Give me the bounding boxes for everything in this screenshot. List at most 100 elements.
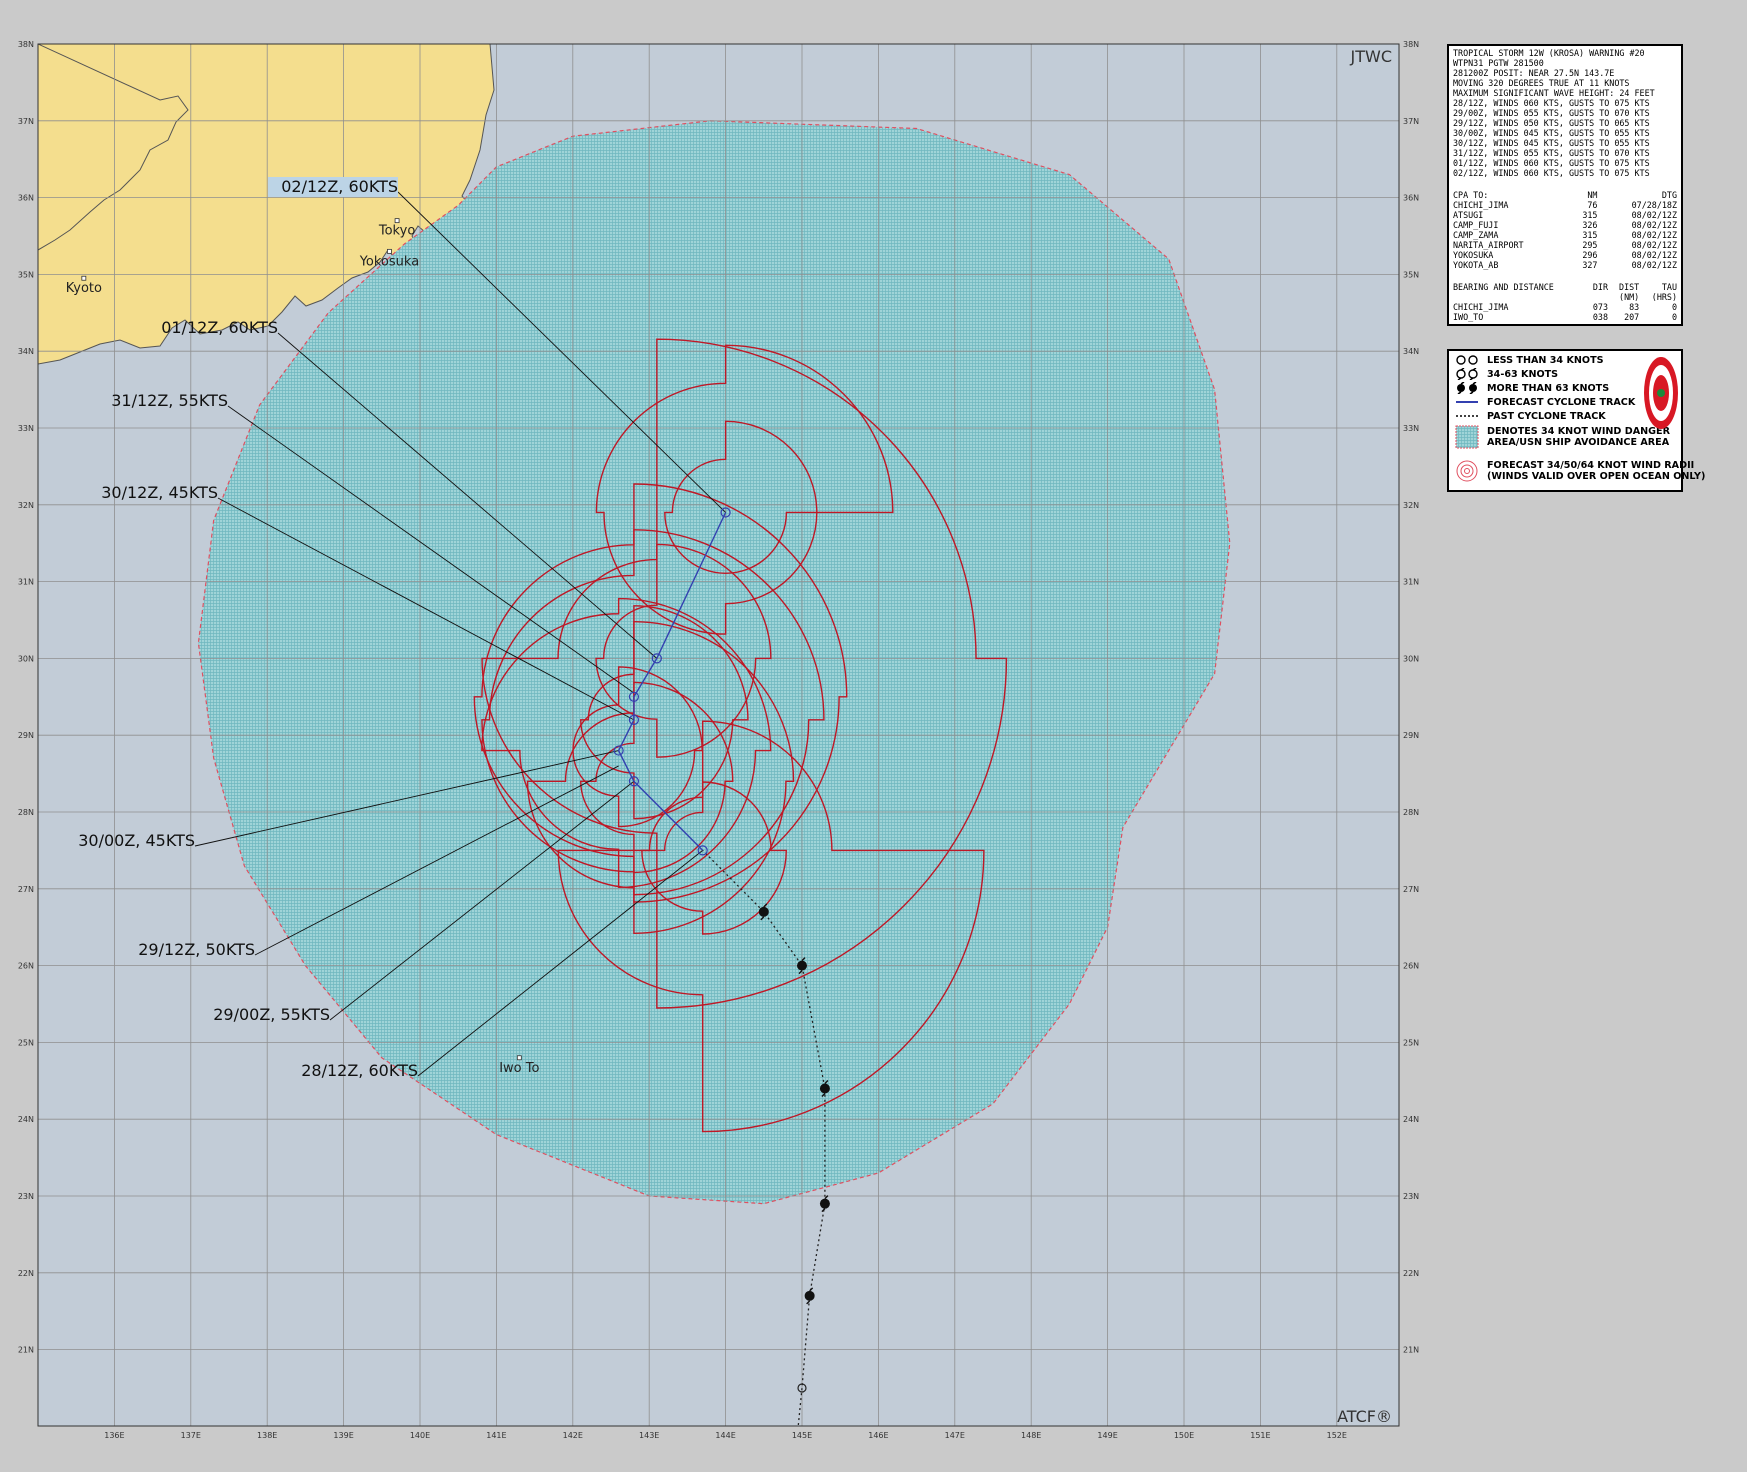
- cpa-row-cell: CHICHI_JIMA: [1453, 200, 1509, 210]
- warning-header: TROPICAL STORM 12W (KROSA) WARNING #20 WT…: [1453, 48, 1677, 178]
- warning-line: TROPICAL STORM 12W (KROSA) WARNING #20: [1453, 48, 1645, 58]
- lat-tick-label: 35N: [1403, 270, 1419, 279]
- past-fix-icon: [804, 1290, 815, 1301]
- lon-tick-label: 152E: [1327, 1431, 1347, 1440]
- legend-past-track-text: PAST CYCLONE TRACK: [1487, 410, 1606, 422]
- place-label: Iwo To: [499, 1061, 539, 1076]
- legend-past-track: PAST CYCLONE TRACK: [1453, 410, 1606, 422]
- lat-tick-label: 37N: [1403, 117, 1419, 126]
- warning-line: 29/00Z, WINDS 055 KTS, GUSTS TO 070 KTS: [1453, 108, 1650, 118]
- lat-tick-label: 38N: [1403, 40, 1419, 49]
- lat-tick-label: 25N: [18, 1038, 34, 1047]
- lat-tick-label: 35N: [18, 270, 34, 279]
- cpa-row-cell: CAMP_ZAMA: [1453, 230, 1499, 240]
- cpa-row: ATSUGI 315 08/02/12Z: [1453, 210, 1677, 220]
- forecast-time-label: 30/12Z, 45KTS: [101, 483, 218, 502]
- legend-danger: DENOTES 34 KNOT WIND DANGER AREA/USN SHIP…: [1453, 425, 1670, 449]
- bearing-row-cell: IWO_TO: [1453, 312, 1484, 322]
- forecast-time-label: 29/00Z, 55KTS: [213, 1005, 330, 1024]
- lon-tick-label: 136E: [104, 1431, 124, 1440]
- lat-tick-label: 22N: [1403, 1269, 1419, 1278]
- bearing-row-cell: 207: [1624, 312, 1640, 322]
- cpa-row-cell: ATSUGI: [1453, 210, 1484, 220]
- cpa-row-cell: 295: [1582, 240, 1598, 250]
- open-storm-icon: [1453, 354, 1481, 366]
- lat-tick-label: 29N: [18, 731, 34, 740]
- lat-tick-label: 28N: [1403, 808, 1419, 817]
- lat-tick-label: 21N: [18, 1346, 34, 1355]
- lat-tick-label: 37N: [18, 117, 34, 126]
- place-marker-icon: [387, 248, 392, 254]
- legend-34-63: 34-63 KNOTS: [1453, 368, 1558, 380]
- tropical-storm-icon: [1453, 368, 1481, 380]
- bearing-subheader-dir: [1583, 292, 1608, 302]
- cpa-row: YOKOSUKA 296 08/02/12Z: [1453, 250, 1677, 260]
- lon-tick-label: 142E: [563, 1431, 583, 1440]
- lon-tick-label: 146E: [868, 1431, 888, 1440]
- lon-tick-label: 143E: [639, 1431, 659, 1440]
- bearing-subheader-tau: (HRS): [1651, 292, 1677, 302]
- legend-less34-text: LESS THAN 34 KNOTS: [1487, 354, 1604, 366]
- lat-tick-label: 33N: [1403, 424, 1419, 433]
- place-label: Tokyo: [378, 224, 415, 239]
- warning-line: 31/12Z, WINDS 055 KTS, GUSTS TO 070 KTS: [1453, 148, 1650, 158]
- bearing-row-cell: 83: [1629, 302, 1640, 312]
- lat-tick-label: 34N: [18, 347, 34, 356]
- warning-line: 02/12Z, WINDS 060 KTS, GUSTS TO 075 KTS: [1453, 168, 1650, 178]
- cpa-row-cell: 08/02/12Z: [1631, 210, 1677, 220]
- past-fix-icon: [819, 1083, 830, 1094]
- cpa-row-cell: 315: [1582, 210, 1598, 220]
- lat-tick-label: 26N: [18, 962, 34, 971]
- bearing-row: CHICHI_JIMA 073 83 0: [1453, 302, 1677, 312]
- lat-tick-label: 38N: [18, 40, 34, 49]
- cpa-row-cell: 08/02/12Z: [1631, 230, 1677, 240]
- lat-tick-label: 33N: [18, 424, 34, 433]
- bearing-row-cell: CHICHI_JIMA: [1453, 302, 1509, 312]
- lat-tick-label: 28N: [18, 808, 34, 817]
- lat-tick-label: 32N: [18, 501, 34, 510]
- cpa-row-cell: 08/02/12Z: [1631, 220, 1677, 230]
- place-marker-icon: [516, 1055, 522, 1061]
- place-label: Kyoto: [66, 281, 102, 296]
- forecast-time-label: 28/12Z, 60KTS: [301, 1061, 418, 1080]
- lon-tick-label: 138E: [257, 1431, 277, 1440]
- legend-radii-line2: (WINDS VALID OVER OPEN OCEAN ONLY): [1487, 471, 1706, 482]
- cpa-row-cell: 315: [1582, 230, 1598, 240]
- cpa-row: CHICHI_JIMA 76 07/28/18Z: [1453, 200, 1677, 210]
- bearing-subheader-dist: (NM): [1619, 292, 1640, 302]
- lat-tick-label: 36N: [1403, 194, 1419, 203]
- cpa-row-cell: 08/02/12Z: [1631, 250, 1677, 260]
- warning-info-panel: TROPICAL STORM 12W (KROSA) WARNING #20 WT…: [1447, 44, 1683, 326]
- cpa-row-cell: YOKOSUKA: [1453, 250, 1494, 260]
- forecast-time-label: 01/12Z, 60KTS: [161, 318, 278, 337]
- warning-line: 281200Z POSIT: NEAR 27.5N 143.7E: [1453, 68, 1615, 78]
- cpa-row: CAMP_ZAMA 315 08/02/12Z: [1453, 230, 1677, 240]
- danger-area-icon: [1453, 425, 1481, 449]
- cpa-row-cell: 326: [1582, 220, 1598, 230]
- jtwc-seal-icon: [1644, 357, 1678, 429]
- past-track-icon: [1453, 410, 1481, 422]
- cpa-row: CAMP_FUJI 326 08/02/12Z: [1453, 220, 1677, 230]
- cpa-row-cell: NARITA_AIRPORT: [1453, 240, 1524, 250]
- bearing-header: BEARING AND DISTANCE: [1453, 282, 1554, 292]
- lon-tick-label: 137E: [181, 1431, 201, 1440]
- legend-radii-line1: FORECAST 34/50/64 KNOT WIND RADII: [1487, 460, 1695, 471]
- lat-tick-label: 29N: [1403, 731, 1419, 740]
- legend-34-63-text: 34-63 KNOTS: [1487, 368, 1559, 380]
- cpa-row-cell: CAMP_FUJI: [1453, 220, 1499, 230]
- lat-tick-label: 21N: [1403, 1346, 1419, 1355]
- bearing-row-cell: 0: [1671, 302, 1677, 312]
- warning-line: 30/00Z, WINDS 045 KTS, GUSTS TO 055 KTS: [1453, 128, 1650, 138]
- forecast-time-label: 02/12Z, 60KTS: [281, 177, 398, 196]
- place-label: Yokosuka: [359, 254, 419, 269]
- lat-tick-label: 26N: [1403, 962, 1419, 971]
- warning-line: MOVING 320 DEGREES TRUE AT 11 KNOTS: [1453, 78, 1630, 88]
- warning-line: 28/12Z, WINDS 060 KTS, GUSTS TO 075 KTS: [1453, 98, 1650, 108]
- warning-line: 01/12Z, WINDS 060 KTS, GUSTS TO 075 KTS: [1453, 158, 1650, 168]
- warning-line: 29/12Z, WINDS 050 KTS, GUSTS TO 065 KTS: [1453, 118, 1650, 128]
- lat-tick-label: 24N: [18, 1115, 34, 1124]
- forecast-time-label: 30/00Z, 45KTS: [78, 831, 195, 850]
- wind-radii-icon: [1453, 460, 1481, 482]
- cpa-row-cell: 327: [1582, 260, 1598, 270]
- lat-tick-label: 30N: [1403, 654, 1419, 663]
